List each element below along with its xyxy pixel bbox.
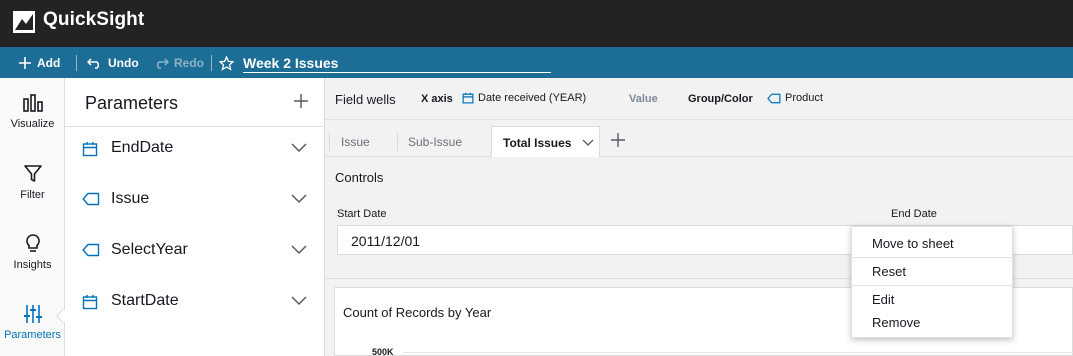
start-date-label: Start Date xyxy=(337,208,387,220)
tag-icon xyxy=(82,243,100,257)
rail-item-filter[interactable]: Filter xyxy=(0,164,65,201)
top-bar: QuickSight xyxy=(0,0,1073,47)
rail-label: Visualize xyxy=(10,118,55,130)
parameter-label: SelectYear xyxy=(111,241,188,258)
parameter-row-issue[interactable]: Issue xyxy=(65,180,325,220)
add-sheet-icon[interactable] xyxy=(610,132,626,148)
menu-item-edit[interactable]: Edit xyxy=(872,292,894,307)
chevron-down-icon[interactable] xyxy=(582,139,594,147)
toolbar-divider xyxy=(76,55,77,71)
quicksight-logo-icon xyxy=(13,11,35,33)
rail-item-visualize[interactable]: Visualize xyxy=(0,93,65,130)
bar-chart-icon xyxy=(22,94,43,112)
menu-item-reset[interactable]: Reset xyxy=(872,264,906,279)
parameter-row-startdate[interactable]: StartDate xyxy=(65,282,325,322)
sheet-tabs: Issue Sub-Issue Total Issues xyxy=(325,121,1073,157)
divider xyxy=(65,126,325,127)
calendar-icon xyxy=(82,142,98,157)
menu-item-remove[interactable]: Remove xyxy=(872,315,920,330)
undo-icon xyxy=(87,58,100,69)
undo-label: Undo xyxy=(108,56,139,70)
tag-icon xyxy=(82,192,100,206)
rail-label: Insights xyxy=(13,259,52,271)
field-wells-title: Field wells xyxy=(335,92,396,107)
parameter-row-selectyear[interactable]: SelectYear xyxy=(65,231,325,271)
add-label: Add xyxy=(37,56,61,70)
analysis-name-input[interactable]: Week 2 Issues xyxy=(243,54,551,73)
tab-divider xyxy=(329,133,330,151)
undo-button[interactable]: Undo xyxy=(87,54,139,72)
y-axis-tick-label: 500K xyxy=(372,347,394,356)
redo-label: Redo xyxy=(174,56,204,70)
parameter-label: Issue xyxy=(111,190,150,207)
plus-icon xyxy=(19,57,31,69)
controls-title[interactable]: Controls xyxy=(335,170,383,185)
rail-label: Parameters xyxy=(4,329,61,341)
add-button[interactable]: Add xyxy=(18,54,60,72)
visual-title: Count of Records by Year xyxy=(343,305,492,320)
redo-icon xyxy=(156,58,169,69)
x-axis-field-name: Date received (YEAR) xyxy=(478,92,587,104)
group-color-well-field[interactable]: Product xyxy=(767,92,823,104)
tab-total-issues[interactable]: Total Issues xyxy=(491,126,600,157)
tab-label: Total Issues xyxy=(503,136,572,150)
tag-icon xyxy=(767,93,781,103)
parameter-row-enddate[interactable]: EndDate xyxy=(65,129,325,169)
favorite-button[interactable] xyxy=(219,54,234,72)
parameters-panel: Parameters EndDate Issue SelectYear Star… xyxy=(65,78,325,356)
star-icon xyxy=(219,55,234,71)
calendar-icon xyxy=(462,92,474,104)
group-color-well-label: Group/Color xyxy=(688,93,753,105)
x-axis-well-label: X axis xyxy=(421,93,453,105)
rail-item-insights[interactable]: Insights xyxy=(0,233,65,271)
sliders-icon xyxy=(23,305,42,323)
lightbulb-icon xyxy=(25,234,40,252)
gridline xyxy=(403,352,1073,353)
rail-label: Filter xyxy=(20,189,45,201)
chevron-down-icon[interactable] xyxy=(291,143,307,153)
add-parameter-icon[interactable] xyxy=(291,91,311,111)
parameter-label: EndDate xyxy=(111,139,174,156)
chevron-down-icon[interactable] xyxy=(291,296,307,306)
redo-button[interactable]: Redo xyxy=(153,54,204,72)
chevron-down-icon[interactable] xyxy=(291,245,307,255)
app-title[interactable]: QuickSight xyxy=(43,9,144,31)
context-menu: Move to sheet Reset Edit Remove xyxy=(851,226,1013,338)
tab-sub-issue[interactable]: Sub-Issue xyxy=(408,126,462,157)
rail-item-parameters[interactable]: Parameters xyxy=(0,304,65,341)
field-wells-bar[interactable]: Field wells X axis Date received (YEAR) … xyxy=(325,78,1073,120)
group-field-name: Product xyxy=(785,92,823,104)
tab-divider xyxy=(397,133,398,151)
end-date-label: End Date xyxy=(891,208,937,220)
left-rail: Visualize Filter Insights Parameters xyxy=(0,78,65,356)
calendar-icon xyxy=(82,295,98,310)
parameter-label: StartDate xyxy=(111,292,179,309)
menu-item-move-to-sheet[interactable]: Move to sheet xyxy=(872,236,954,251)
menu-divider xyxy=(852,257,1012,258)
tab-issue[interactable]: Issue xyxy=(341,126,370,157)
toolbar-divider xyxy=(211,55,212,71)
toolbar: Add Undo Redo Week 2 Issues xyxy=(0,47,1073,78)
panel-title: Parameters xyxy=(85,93,179,113)
chevron-down-icon[interactable] xyxy=(291,194,307,204)
value-well-label[interactable]: Value xyxy=(629,93,658,105)
filter-icon xyxy=(23,165,42,182)
menu-divider xyxy=(852,285,1012,286)
x-axis-well-field[interactable]: Date received (YEAR) xyxy=(462,92,586,104)
